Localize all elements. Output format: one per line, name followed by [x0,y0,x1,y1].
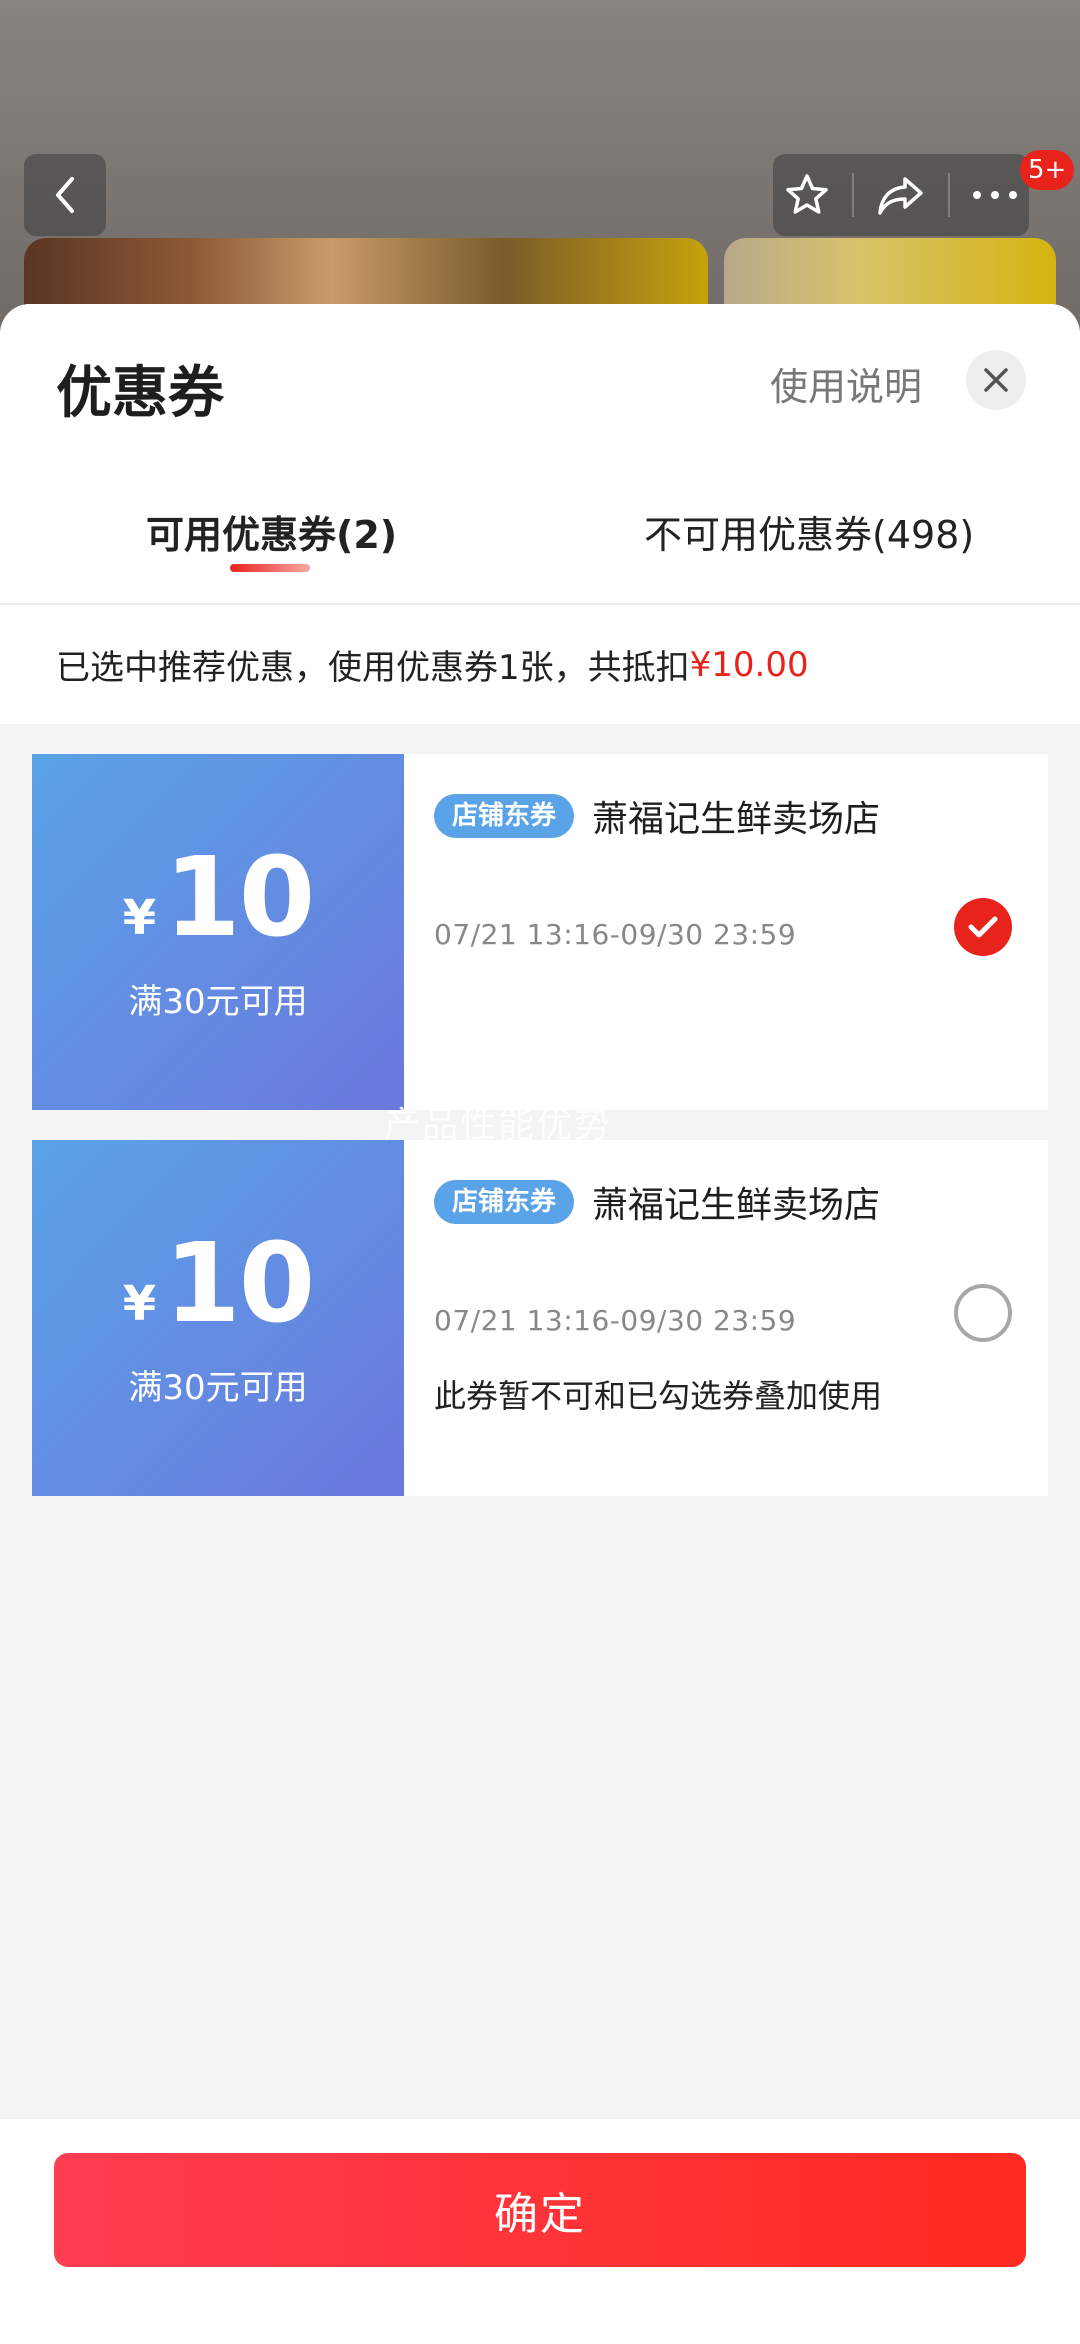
back-button[interactable] [24,154,106,236]
coupon-details: 店铺东券 萧福记生鲜卖场店 07/21 13:16-09/30 23:59 [404,754,1048,1110]
checkmark-icon [968,916,998,938]
star-icon [786,174,829,214]
chevron-left-icon [56,177,74,213]
actions-divider [852,173,855,217]
close-icon [984,368,1008,392]
coupon-threshold: 满30元可用 [128,981,308,1022]
sheet-title: 优惠券 [56,361,224,426]
page-actions-group [773,154,1029,236]
coupon-sheet: 优惠券 使用说明 可用优惠券(2) 不可用优惠券(498) 已选中推荐优惠，使用… [0,304,1080,2344]
selection-summary: 已选中推荐优惠，使用优惠券1张，共抵扣 ¥10.00 [0,604,1080,724]
summary-amount: ¥10.00 [689,644,809,685]
coupon-value: ¥ 10 [122,832,315,961]
close-button[interactable] [966,350,1026,410]
coupon-value: ¥ 10 [122,1218,315,1347]
more-button[interactable] [971,189,1019,201]
coupon-amount: 10 [164,1218,315,1347]
tab-unavailable-coupons[interactable]: 不可用优惠券(498) [644,504,974,559]
sheet-header: 优惠券 使用说明 可用优惠券(2) 不可用优惠券(498) [0,304,1080,605]
coupon-checkbox-checked[interactable] [954,898,1012,956]
actions-divider [947,173,950,217]
coupon-details: 店铺东券 萧福记生鲜卖场店 07/21 13:16-09/30 23:59 此券… [404,1140,1048,1496]
coupon-amount: 10 [164,832,315,961]
coupon-type-tag: 店铺东券 [434,794,575,838]
confirm-button[interactable]: 确定 [54,2153,1026,2267]
currency-symbol: ¥ [122,889,157,946]
coupon-value-panel: ¥ 10 满30元可用 [26,754,404,1110]
sheet-footer: 确定 [0,2118,1080,2344]
coupon-card[interactable]: ¥ 10 满30元可用 店铺东券 萧福记生鲜卖场店 07/21 13:16-09… [26,1140,1048,1496]
more-dots-icon [972,191,1017,199]
coupon-type-tag: 店铺东券 [434,1180,575,1224]
currency-symbol: ¥ [122,1275,157,1332]
message-count-badge: 5+ [1020,150,1075,190]
usage-instructions-link[interactable]: 使用说明 [770,356,922,411]
coupon-list: ¥ 10 满30元可用 店铺东券 萧福记生鲜卖场店 07/21 13:16-09… [0,724,1080,1496]
product-page-backdrop: 5+ [0,0,1080,340]
coupon-card[interactable]: ¥ 10 满30元可用 店铺东券 萧福记生鲜卖场店 07/21 13:16-09… [26,754,1048,1110]
active-tab-indicator [230,564,310,572]
coupon-threshold: 满30元可用 [128,1367,308,1408]
favorite-button[interactable] [783,171,831,219]
coupon-tabs: 可用优惠券(2) 不可用优惠券(498) [0,504,1080,604]
shop-name: 萧福记生鲜卖场店 [592,1185,881,1226]
coupon-stacking-note: 此券暂不可和已勾选券叠加使用 [434,1377,883,1415]
summary-text: 已选中推荐优惠，使用优惠券1张，共抵扣 [56,648,690,688]
share-button[interactable] [875,171,927,219]
share-icon [878,177,923,215]
header-divider [0,603,1080,605]
coupon-checkbox-unchecked[interactable] [954,1284,1012,1342]
coupon-value-panel: ¥ 10 满30元可用 [26,1140,404,1496]
shop-name: 萧福记生鲜卖场店 [592,799,881,840]
tab-available-coupons[interactable]: 可用优惠券(2) [146,504,397,559]
